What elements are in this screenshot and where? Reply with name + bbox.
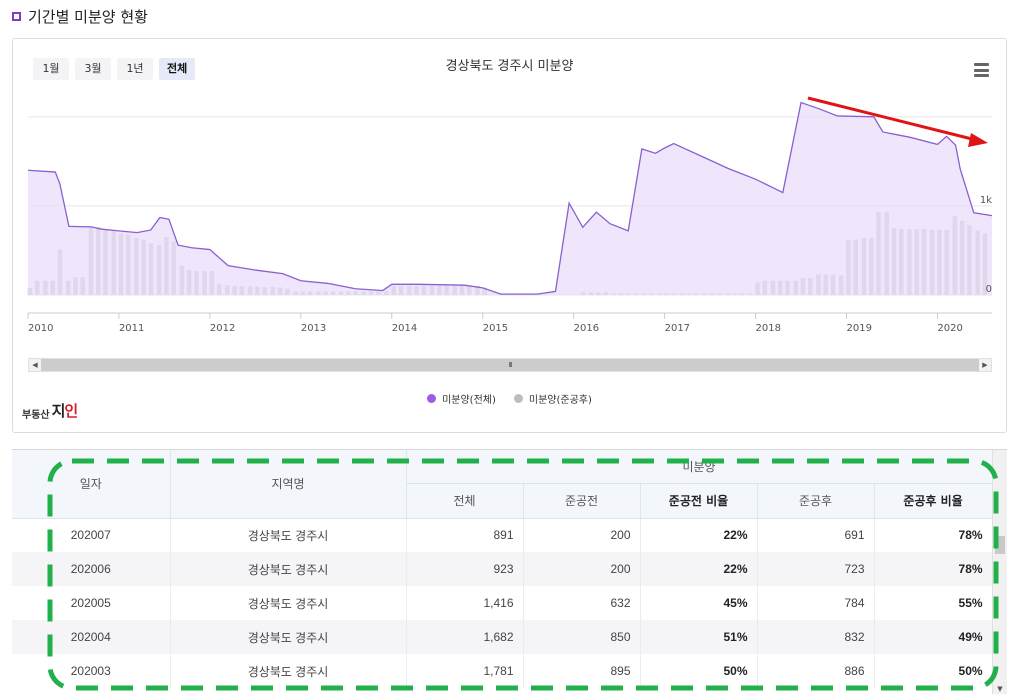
cell-pre-ratio: 50% (640, 654, 758, 688)
header-date[interactable]: 일자 (12, 450, 171, 519)
x-tick-label: 2010 (28, 323, 53, 334)
cell-total: 1,416 (406, 586, 524, 620)
chart-horizontal-scrollbar[interactable]: ◀ III ▶ (28, 358, 992, 372)
brand-logo: 부동산 지인 (22, 400, 79, 421)
brand-big-prefix: 지 (51, 402, 66, 420)
cell-post: 832 (757, 620, 875, 654)
cell-pre: 895 (523, 654, 641, 688)
x-tick-label: 2011 (119, 323, 144, 334)
section-title: 기간별 미분양 현황 (28, 7, 148, 26)
chart-plot: 2010 2011 2012 2013 2014 2015 2016 2017 2018 2019… (27, 96, 992, 334)
cell-pre: 200 (523, 552, 641, 586)
header-total[interactable]: 전체 (406, 483, 524, 519)
scroll-thumb[interactable]: III (41, 359, 979, 371)
header-post-ratio[interactable]: 준공후 비율 (874, 483, 993, 519)
header-region[interactable]: 지역명 (170, 450, 407, 519)
section-header: 기간별 미분양 현황 (12, 5, 148, 27)
cell-post-ratio: 49% (874, 620, 993, 654)
y-tick-label: 1k (980, 195, 992, 206)
x-tick-label: 2015 (483, 323, 508, 334)
brand-big-accent: 인 (64, 402, 78, 420)
brand-small-text: 부동산 (22, 410, 50, 421)
legend-dot-icon (427, 394, 437, 403)
cell-region: 경상북도 경주시 (170, 620, 407, 654)
table-row: 202006 경상북도 경주시 923 200 22% 723 78% (12, 552, 993, 586)
cell-total: 1,781 (406, 654, 524, 688)
legend-dot-icon (513, 394, 523, 403)
header-pre-ratio[interactable]: 준공전 비율 (640, 483, 758, 519)
square-bullet-icon (12, 11, 21, 21)
cell-region: 경상북도 경주시 (170, 518, 407, 552)
legend-item-total[interactable]: 미분양(전체) (427, 391, 496, 406)
cell-pre-ratio: 22% (640, 552, 758, 586)
x-tick-label: 2013 (301, 323, 326, 334)
cell-region: 경상북도 경주시 (170, 586, 407, 620)
cell-total: 891 (406, 518, 524, 552)
chart-card: 1월 3월 1년 전체 경상북도 경주시 미분양 2010 2011 2012 201… (12, 38, 1007, 433)
cell-pre-ratio: 51% (640, 620, 758, 654)
x-tick-label: 2017 (665, 323, 690, 334)
cell-date: 202007 (12, 518, 171, 552)
cell-pre: 200 (523, 518, 641, 552)
table-row: 202004 경상북도 경주시 1,682 850 51% 832 49% (12, 620, 993, 654)
table-row: 202005 경상북도 경주시 1,416 632 45% 784 55% (12, 586, 993, 620)
cell-post-ratio: 78% (874, 518, 993, 552)
cell-post: 691 (757, 518, 875, 552)
cell-pre-ratio: 45% (640, 586, 758, 620)
y-tick-label: 0 (986, 284, 992, 295)
table-row: 202007 경상북도 경주시 891 200 22% 691 78% (12, 518, 993, 552)
trend-arrow-head-icon (968, 133, 988, 147)
cell-post-ratio: 55% (874, 586, 993, 620)
scroll-right-arrow-icon[interactable]: ▶ (979, 359, 991, 371)
cell-date: 202005 (12, 586, 171, 620)
unsold-table-container: 일자 지역명 미분양 전체 준공전 준공전 비율 준공후 준공후 비율 2020… (12, 449, 1007, 694)
cell-date: 202004 (12, 620, 171, 654)
cell-region: 경상북도 경주시 (170, 552, 407, 586)
table-vertical-scrollbar[interactable]: ▼ (992, 450, 1007, 694)
cell-pre: 850 (523, 620, 641, 654)
cell-post: 784 (757, 586, 875, 620)
legend-label: 미분양(준공후) (528, 395, 592, 406)
x-tick-label: 2020 (937, 323, 962, 334)
header-pre-completion[interactable]: 준공전 (523, 483, 641, 519)
area-fill (28, 102, 992, 296)
chart-legend: 미분양(전체) 미분양(준공후) (13, 391, 1006, 406)
cell-post-ratio: 78% (874, 552, 993, 586)
cell-pre-ratio: 22% (640, 518, 758, 552)
cell-date: 202006 (12, 552, 171, 586)
cell-pre: 632 (523, 586, 641, 620)
header-unsold-group: 미분양 (406, 450, 993, 484)
cell-post-ratio: 50% (874, 654, 993, 688)
x-tick-label: 2012 (210, 323, 235, 334)
cell-post: 723 (757, 552, 875, 586)
cell-date: 202003 (12, 654, 171, 688)
x-tick-label: 2018 (756, 323, 781, 334)
scroll-left-arrow-icon[interactable]: ◀ (29, 359, 41, 371)
header-post-completion[interactable]: 준공후 (757, 483, 875, 519)
brand-big-text: 지인 (51, 400, 79, 421)
scroll-down-arrow-icon[interactable]: ▼ (993, 683, 1007, 694)
table-row: 202003 경상북도 경주시 1,781 895 50% 886 50% (12, 654, 993, 688)
cell-post: 886 (757, 654, 875, 688)
x-tick-label: 2014 (392, 323, 417, 334)
cell-total: 923 (406, 552, 524, 586)
legend-item-completed[interactable]: 미분양(준공후) (513, 391, 592, 406)
cell-total: 1,682 (406, 620, 524, 654)
scroll-grip-icon: III (508, 361, 512, 369)
x-tick-label: 2016 (574, 323, 599, 334)
legend-label: 미분양(전체) (442, 395, 496, 406)
x-tick-label: 2019 (846, 323, 871, 334)
cell-region: 경상북도 경주시 (170, 654, 407, 688)
table-scroll-thumb[interactable] (995, 536, 1005, 554)
unsold-table: 일자 지역명 미분양 전체 준공전 준공전 비율 준공후 준공후 비율 2020… (12, 450, 993, 688)
